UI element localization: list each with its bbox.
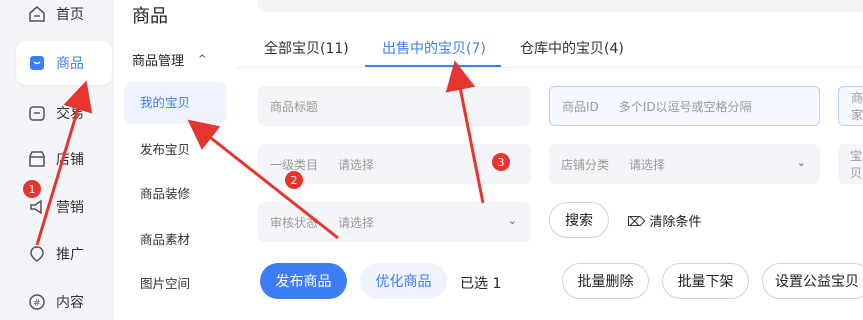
tab-on-sale[interactable]: 出售中的宝贝(7) [382, 38, 486, 58]
subnav-group-goods-management[interactable]: 商品管理 ^ [132, 50, 206, 69]
rail-item-promote[interactable]: 推广 [16, 232, 112, 276]
chevron-up-icon: ^ [198, 54, 207, 65]
annotation-badge-2: 2 [285, 171, 303, 189]
subnav-item-image-space[interactable]: 图片空间 [124, 263, 227, 305]
audit-status-value: 请选择 [338, 215, 375, 230]
clear-conditions-button[interactable]: ⌦ 清除条件 [627, 211, 702, 230]
subnav-item-material[interactable]: 商品素材 [124, 219, 227, 261]
shop-category-select[interactable]: 店铺分类 请选择 ⌄ [549, 144, 820, 184]
tab-all-items[interactable]: 全部宝贝(11) [264, 38, 349, 58]
sub-sidebar: 商品 商品管理 ^ 我的宝贝 发布宝贝 商品装修 商品素材 图片空间 [114, 0, 237, 320]
marketing-icon [28, 198, 46, 216]
item-type-label: 宝贝 [850, 149, 863, 180]
shop-category-label: 店铺分类 [561, 157, 610, 172]
promote-icon [28, 245, 46, 263]
goods-icon [28, 54, 46, 72]
content-icon: # [28, 293, 46, 311]
tab-warehouse[interactable]: 仓库中的宝贝(4) [520, 38, 624, 58]
tab-bar: 全部宝贝(11) 出售中的宝贝(7) 仓库中的宝贝(4) [237, 30, 863, 68]
rail-item-label: 交易 [56, 106, 84, 122]
subnav-item-decoration[interactable]: 商品装修 [124, 173, 227, 215]
rail-item-label: 推广 [56, 247, 84, 263]
left-rail: 首页 商品 交易 店铺 营销 推广 # 内容 [0, 0, 114, 320]
annotation-badge-1: 1 [23, 180, 41, 198]
subnav-title: 商品 [132, 6, 168, 27]
trade-icon [28, 104, 46, 122]
title-input-placeholder: 商品标题 [270, 99, 319, 114]
home-icon [28, 5, 46, 23]
batch-delist-button[interactable]: 批量下架 [662, 263, 749, 299]
rail-item-label: 营销 [56, 200, 84, 216]
rail-item-label: 首页 [56, 7, 84, 23]
selected-count: 已选 1 [460, 276, 502, 292]
subnav-item-publish[interactable]: 发布宝贝 [124, 129, 227, 171]
shop-icon [28, 150, 46, 168]
rail-item-goods[interactable]: 商品 [16, 41, 112, 85]
tab-active-underline [365, 65, 501, 67]
clear-conditions-label: 清除条件 [649, 215, 702, 230]
item-type-select[interactable]: 宝贝 [838, 144, 863, 184]
annotation-badge-3: 3 [492, 153, 510, 171]
rail-item-home[interactable]: 首页 [16, 0, 112, 36]
rail-item-label: 内容 [56, 295, 84, 311]
clear-icon: ⌦ [627, 215, 646, 230]
category-value: 请选择 [338, 157, 375, 172]
optimize-goods-button[interactable]: 优化商品 [360, 263, 447, 299]
svg-text:#: # [33, 299, 41, 309]
title-input[interactable]: 商品标题 [258, 86, 531, 126]
subnav-item-my-items[interactable]: 我的宝贝 [124, 82, 227, 124]
item-id-input[interactable]: 商品ID 多个ID以逗号或空格分隔 [549, 86, 820, 126]
publish-goods-button[interactable]: 发布商品 [260, 263, 347, 299]
item-id-placeholder: 多个ID以逗号或空格分隔 [618, 99, 752, 114]
rail-item-shop[interactable]: 店铺 [16, 137, 112, 181]
subnav-group-label: 商品管理 [132, 54, 185, 69]
item-id-label: 商品ID [562, 99, 599, 114]
merchant-code-label: 商家 [851, 91, 863, 122]
batch-delete-button[interactable]: 批量删除 [562, 263, 649, 299]
shop-category-value: 请选择 [629, 157, 666, 172]
chevron-down-icon: ⌄ [507, 214, 517, 227]
audit-status-select[interactable]: 审核状态 请选择 ⌄ [258, 202, 531, 242]
charity-item-button[interactable]: 设置公益宝贝 [762, 263, 863, 299]
main-content: 全部宝贝(11) 出售中的宝贝(7) 仓库中的宝贝(4) 商品标题 商品ID 多… [237, 0, 863, 320]
rail-item-label: 商品 [56, 56, 84, 72]
rail-item-label: 店铺 [56, 152, 84, 168]
merchant-code-input[interactable]: 商家 [838, 86, 863, 126]
audit-status-label: 审核状态 [270, 215, 319, 230]
search-button[interactable]: 搜索 [549, 202, 609, 238]
chevron-down-icon: ⌄ [796, 156, 806, 169]
category-label: 一级类目 [270, 157, 319, 172]
rail-item-content[interactable]: # 内容 [16, 280, 112, 320]
top-card [257, 0, 863, 12]
rail-item-trade[interactable]: 交易 [16, 91, 112, 135]
